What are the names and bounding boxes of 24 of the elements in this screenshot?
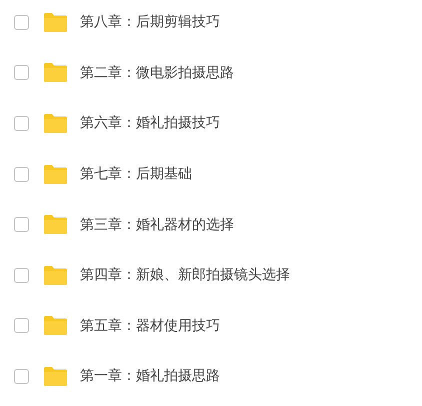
checkbox[interactable] (14, 368, 29, 384)
folder-icon (43, 366, 68, 387)
folder-icon (43, 112, 68, 134)
folder-icon (43, 214, 68, 236)
folder-name[interactable]: 第六章：婚礼拍摄技巧 (80, 114, 220, 132)
folder-name[interactable]: 第一章：婚礼拍摄思路 (80, 367, 220, 386)
folder-icon (43, 12, 68, 33)
checkbox[interactable] (14, 217, 29, 232)
folder-icon (43, 264, 68, 286)
folder-name[interactable]: 第三章：婚礼器材的选择 (80, 216, 234, 234)
folder-name[interactable]: 第七章：后期基础 (80, 165, 192, 184)
folder-name[interactable]: 第四章：新娘、新郎拍摄镜头选择 (80, 266, 290, 284)
folder-name[interactable]: 第二章：微电影拍摄思路 (80, 64, 234, 82)
checkbox[interactable] (14, 14, 29, 30)
checkbox[interactable] (14, 268, 29, 283)
checkbox[interactable] (14, 318, 29, 334)
folder-icon (43, 315, 68, 336)
checkbox[interactable] (14, 116, 29, 131)
checkbox[interactable] (14, 166, 29, 182)
folder-icon (43, 164, 68, 185)
checkbox[interactable] (14, 65, 29, 80)
folder-name[interactable]: 第八章：后期剪辑技巧 (80, 13, 220, 32)
folder-name[interactable]: 第五章：器材使用技巧 (80, 316, 220, 335)
folder-icon (43, 62, 68, 84)
